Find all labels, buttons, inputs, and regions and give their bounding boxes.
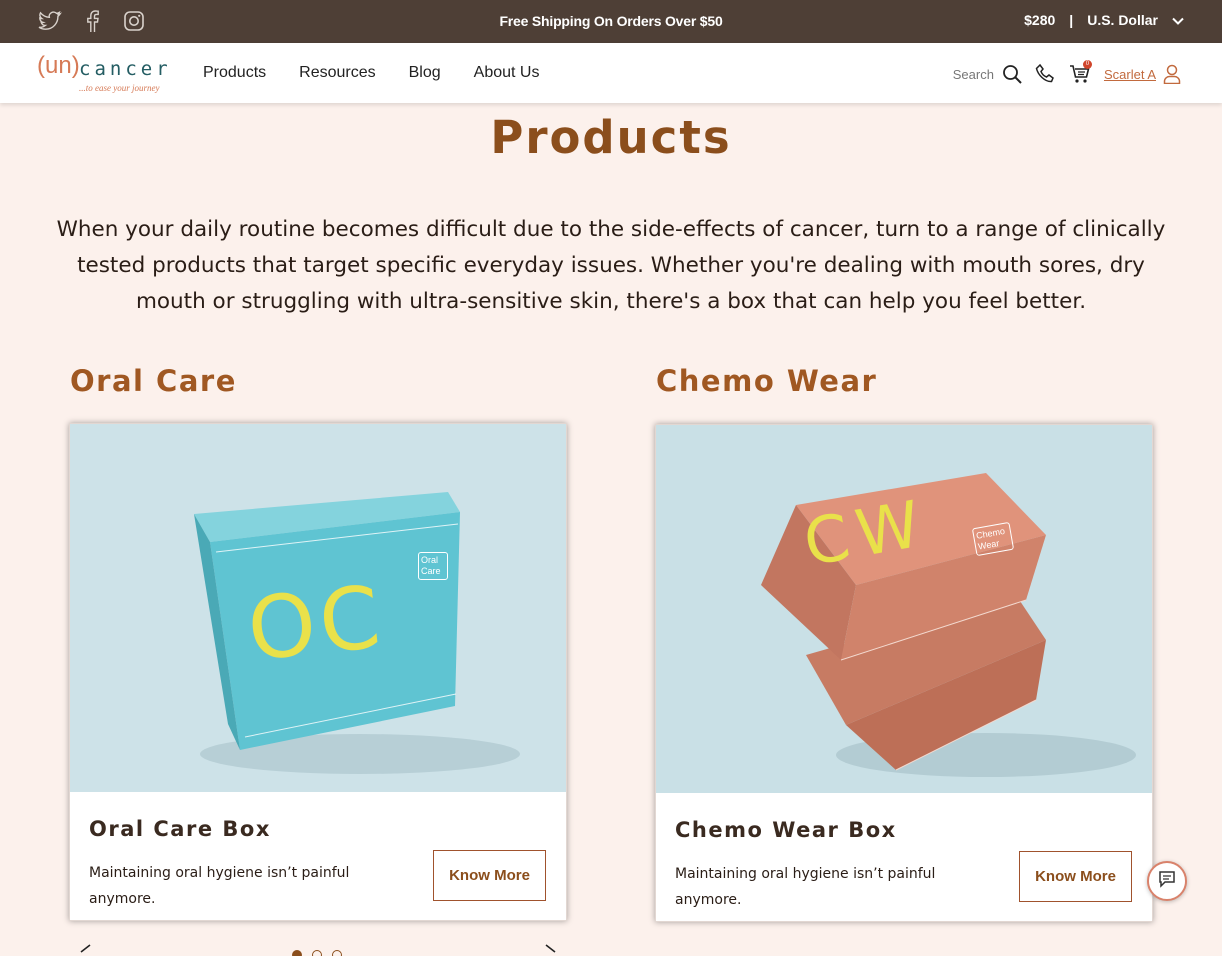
chevron-down-icon bbox=[1172, 12, 1184, 28]
nav-actions: Search 0 Scarlet A bbox=[953, 60, 1184, 86]
currency-label: U.S. Dollar bbox=[1087, 12, 1158, 28]
oral-box-label: Oral Care bbox=[418, 552, 448, 580]
logo-mark: (un) bbox=[37, 52, 80, 79]
carousel-dot[interactable] bbox=[332, 950, 342, 956]
user-icon[interactable] bbox=[1160, 62, 1184, 86]
know-more-button[interactable]: Know More bbox=[1019, 851, 1132, 902]
phone-icon[interactable] bbox=[1034, 62, 1058, 86]
chat-button[interactable] bbox=[1147, 861, 1187, 901]
currency-selector[interactable]: $280 | U.S. Dollar bbox=[1024, 12, 1184, 28]
nav-item-resources[interactable]: Resources bbox=[299, 64, 375, 82]
nav-item-blog[interactable]: Blog bbox=[409, 64, 441, 82]
carousel-dots bbox=[292, 950, 342, 956]
chat-icon bbox=[1157, 869, 1177, 893]
know-more-button[interactable]: Know More bbox=[433, 850, 546, 901]
intro-text: When your daily routine becomes difficul… bbox=[56, 217, 1166, 314]
oral-box-letters: OC bbox=[243, 567, 389, 681]
nav-item-products[interactable]: Products bbox=[203, 64, 266, 82]
search-label[interactable]: Search bbox=[953, 67, 994, 82]
page-title: Products bbox=[490, 111, 732, 164]
carousel-dot[interactable] bbox=[312, 950, 322, 956]
logo-word: cancer bbox=[79, 58, 172, 80]
search-icon[interactable] bbox=[1000, 62, 1024, 86]
cart-icon[interactable]: 0 bbox=[1068, 60, 1092, 86]
main-menu: Products Resources Blog About Us bbox=[203, 64, 539, 82]
cart-count-badge: 0 bbox=[1082, 60, 1092, 69]
wallet-balance: $280 bbox=[1024, 12, 1056, 28]
oral-care-box-image: OC Oral Care bbox=[70, 424, 566, 792]
site-logo[interactable]: (un) cancer ...to ease your journey bbox=[37, 52, 177, 96]
product-description: Maintaining oral hygiene isn’t painful a… bbox=[89, 865, 350, 907]
product-description: Maintaining oral hygiene isn’t painful a… bbox=[675, 866, 936, 908]
product-name: Chemo Wear Box bbox=[675, 818, 897, 842]
arrow-left-icon[interactable] bbox=[78, 942, 100, 956]
top-bar: Free Shipping On Orders Over $50 $280 | … bbox=[0, 0, 1222, 43]
main-navbar: (un) cancer ...to ease your journey Prod… bbox=[0, 43, 1222, 103]
product-card-oral-care[interactable]: OC Oral Care Oral Care Box Maintaining o… bbox=[69, 423, 567, 921]
section-heading-oral-care: Oral Care bbox=[70, 364, 237, 398]
carousel-dot[interactable] bbox=[292, 950, 302, 956]
arrow-right-icon[interactable] bbox=[544, 942, 566, 956]
product-card-chemo-wear[interactable]: CW Chemo Wear Chemo Wear Box Maintaining… bbox=[655, 424, 1153, 922]
section-heading-chemo-wear: Chemo Wear bbox=[656, 364, 878, 398]
logo-tagline: ...to ease your journey bbox=[79, 83, 160, 93]
user-name-link[interactable]: Scarlet A bbox=[1104, 67, 1156, 82]
product-carousel-controls bbox=[70, 940, 568, 956]
currency-separator: | bbox=[1069, 12, 1074, 28]
product-name: Oral Care Box bbox=[89, 817, 271, 841]
chemo-wear-box-image: CW Chemo Wear bbox=[656, 425, 1152, 793]
nav-item-about-us[interactable]: About Us bbox=[474, 64, 540, 82]
